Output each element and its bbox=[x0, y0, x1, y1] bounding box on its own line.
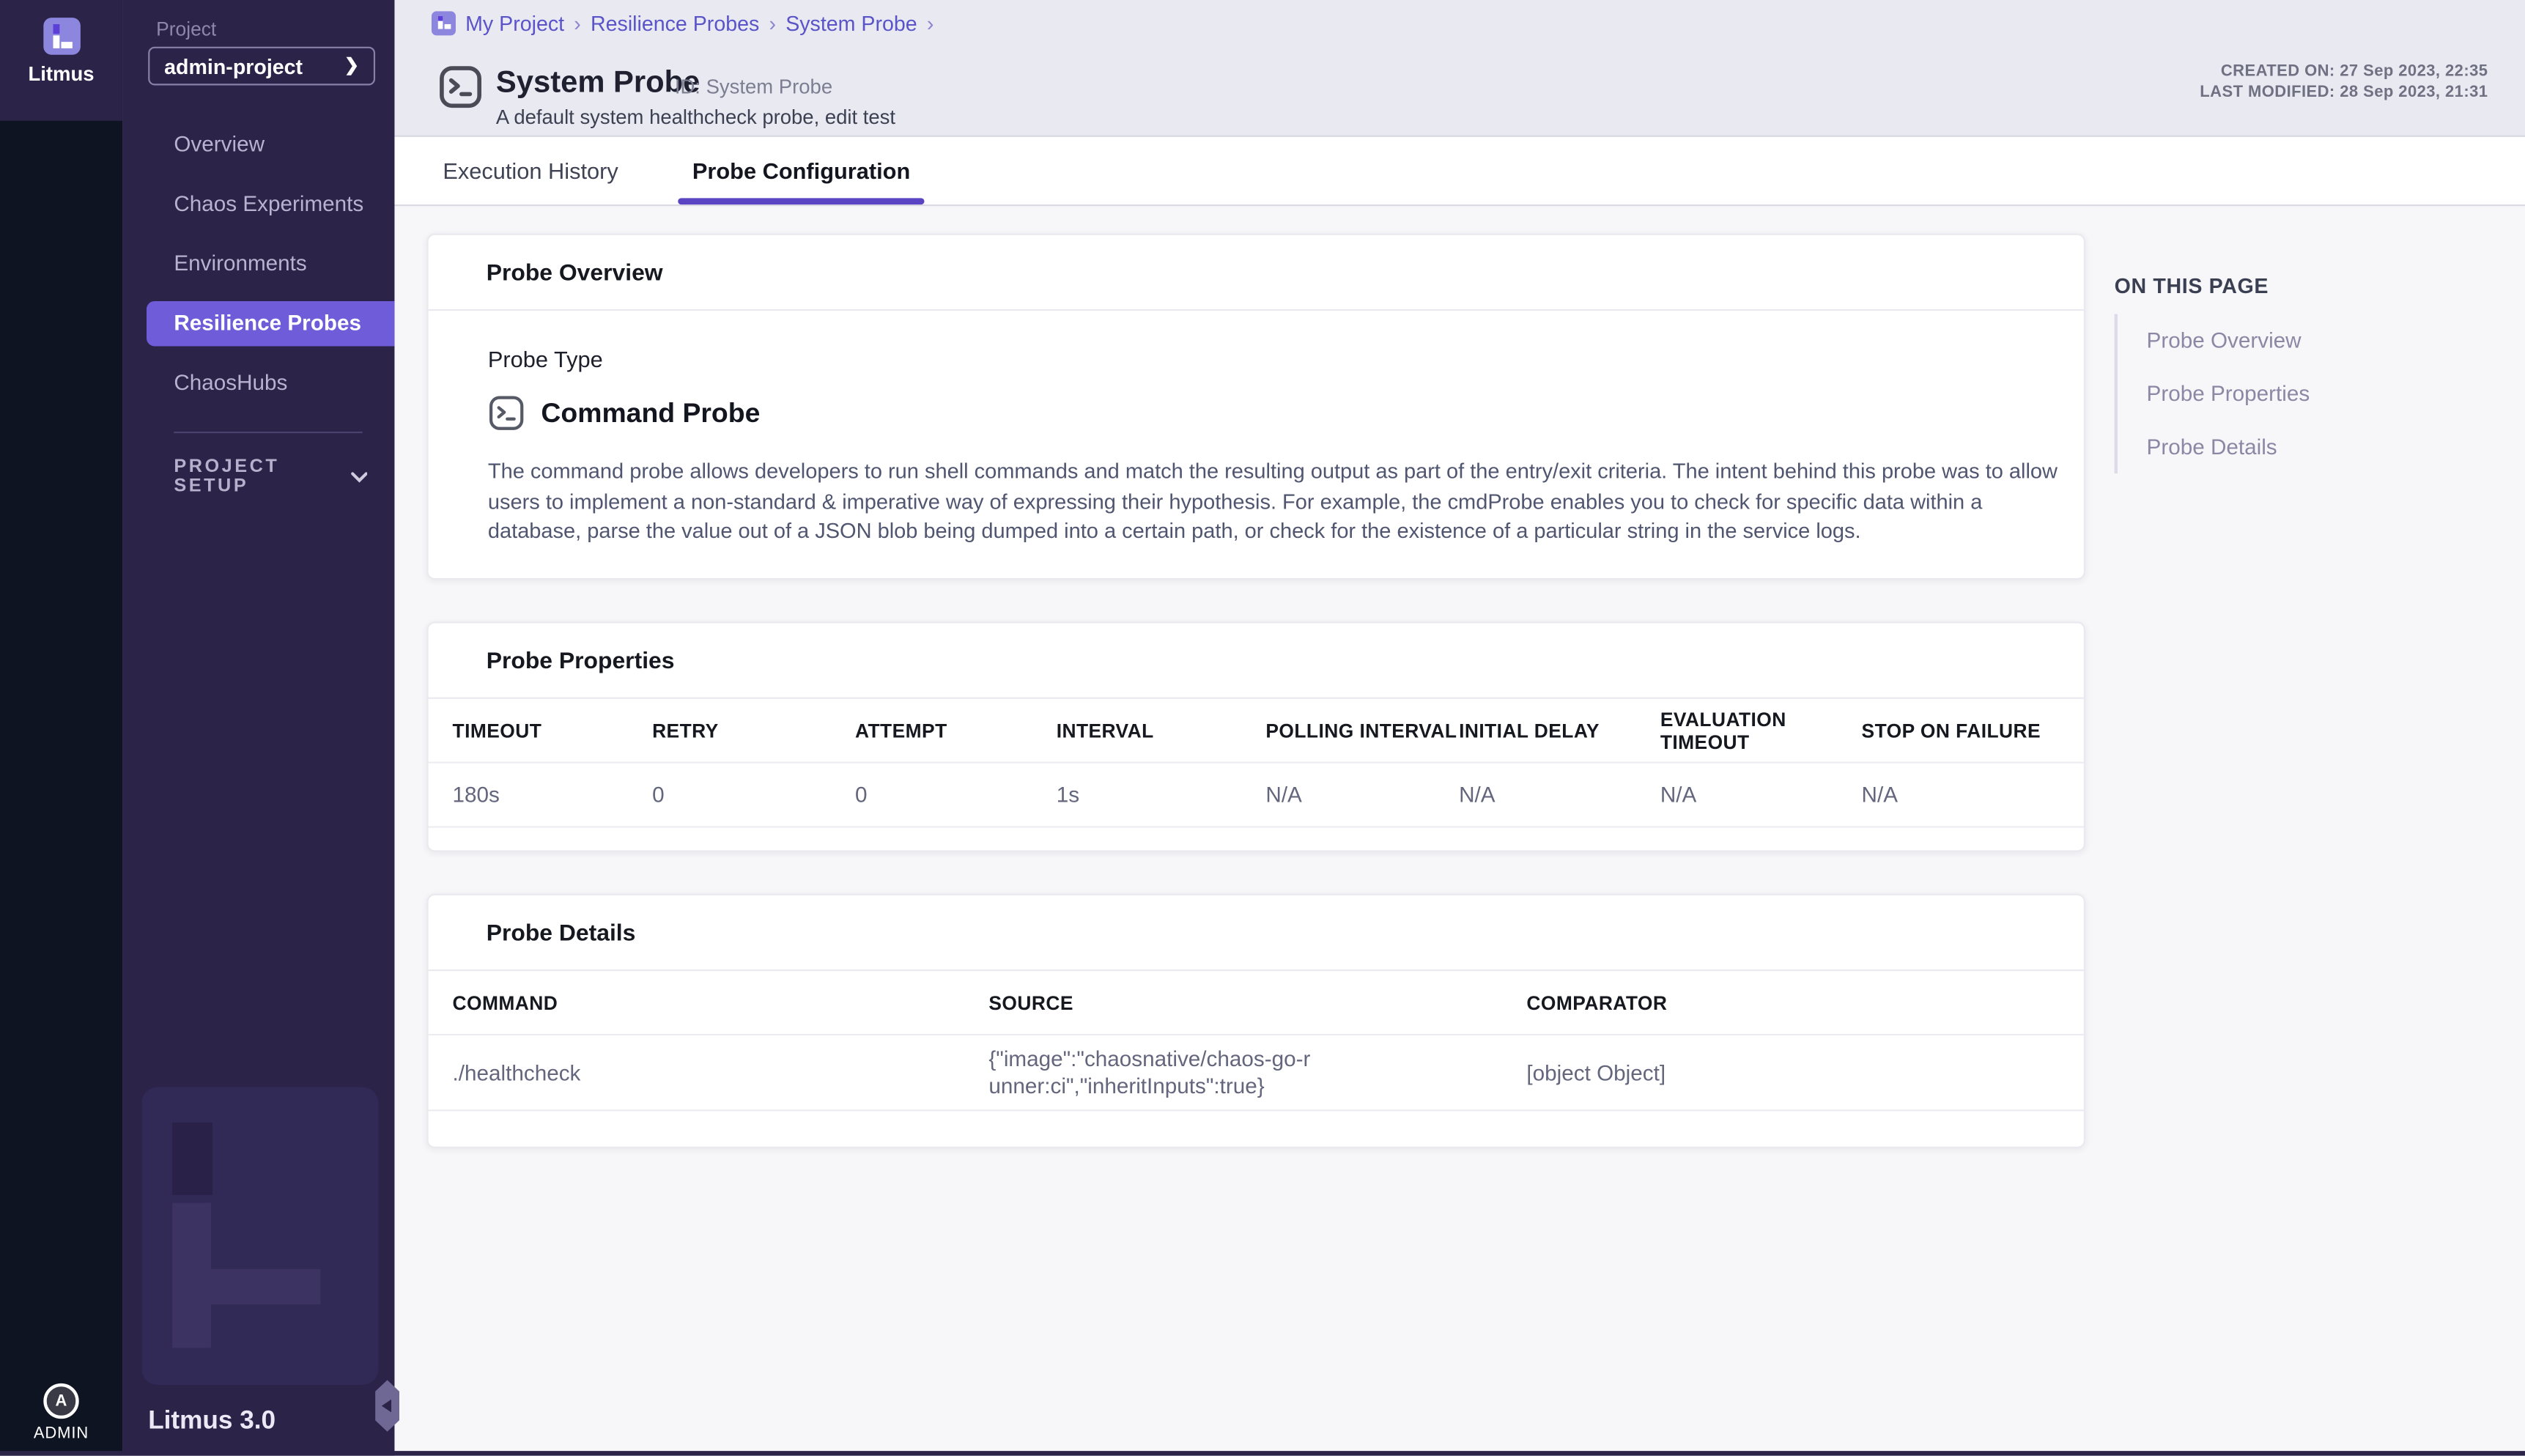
litmus-watermark bbox=[141, 1087, 378, 1385]
col-evaluation-timeout: EVALUATION TIMEOUT bbox=[1660, 708, 1862, 753]
user-block: A ADMIN bbox=[0, 1383, 122, 1443]
probe-overview-title: Probe Overview bbox=[429, 235, 2084, 311]
col-initial-delay: INITIAL DELAY bbox=[1459, 720, 1660, 742]
col-source: SOURCE bbox=[988, 991, 1526, 1014]
triangle-left-icon bbox=[381, 1400, 391, 1413]
sidebar-item-chaos-experiments[interactable]: Chaos Experiments bbox=[122, 174, 394, 233]
probe-details-card: Probe Details COMMAND SOURCE COMPARATOR … bbox=[426, 894, 2085, 1148]
sidebar-item-environments[interactable]: Environments bbox=[122, 234, 394, 293]
details-header-row: COMMAND SOURCE COMPARATOR bbox=[429, 972, 2084, 1036]
probe-overview-card: Probe Overview Probe Type Command Probe … bbox=[426, 234, 2085, 580]
breadcrumb-my-project[interactable]: My Project bbox=[465, 11, 564, 35]
terminal-command-icon bbox=[488, 394, 525, 432]
version-label: Litmus 3.0 bbox=[148, 1408, 276, 1437]
project-setup-toggle[interactable]: PROJECT SETUP bbox=[174, 457, 367, 496]
toc-link-probe-details[interactable]: Probe Details bbox=[2118, 421, 2485, 474]
sidebar: Project admin-project ❯ Overview Chaos E… bbox=[122, 0, 394, 1456]
chevron-separator-icon: › bbox=[769, 11, 776, 35]
col-comparator: COMPARATOR bbox=[1526, 991, 2059, 1014]
value-interval: 1s bbox=[1057, 783, 1266, 808]
content-body: Probe Overview Probe Type Command Probe … bbox=[394, 206, 2525, 1455]
project-select-value: admin-project bbox=[164, 54, 303, 78]
rail-brand-block: Litmus bbox=[0, 0, 122, 121]
properties-value-row: 180s 0 0 1s N/A N/A N/A N/A bbox=[429, 764, 2084, 828]
toc-link-probe-overview[interactable]: Probe Overview bbox=[2118, 314, 2485, 368]
project-label: Project bbox=[156, 18, 216, 40]
col-interval: INTERVAL bbox=[1057, 720, 1266, 742]
created-on: CREATED ON: 27 Sep 2023, 22:35 bbox=[2200, 63, 2488, 83]
value-comparator: [object Object] bbox=[1526, 1061, 2059, 1085]
value-initial-delay: N/A bbox=[1459, 783, 1660, 808]
col-timeout: TIMEOUT bbox=[453, 720, 653, 742]
sidebar-item-overview[interactable]: Overview bbox=[122, 114, 394, 174]
col-attempt: ATTEMPT bbox=[855, 720, 1057, 742]
tab-bar: Execution History Probe Configuration bbox=[394, 137, 2525, 207]
project-setup-label: PROJECT SETUP bbox=[174, 457, 350, 496]
timestamps: CREATED ON: 27 Sep 2023, 22:35 LAST MODI… bbox=[2200, 63, 2488, 103]
litmus-app: Litmus A ADMIN Project admin-project ❯ O… bbox=[0, 0, 2525, 1456]
chevron-down-icon bbox=[350, 471, 367, 482]
tab-probe-configuration[interactable]: Probe Configuration bbox=[692, 137, 910, 204]
col-command: COMMAND bbox=[453, 991, 989, 1014]
breadcrumb-system-probe[interactable]: System Probe bbox=[785, 11, 917, 35]
probe-properties-card: Probe Properties TIMEOUT RETRY ATTEMPT I… bbox=[426, 622, 2085, 852]
probe-properties-title: Probe Properties bbox=[429, 624, 2084, 699]
page-subtitle: A default system healthcheck probe, edit… bbox=[496, 106, 895, 129]
main-area: My Project › Resilience Probes › System … bbox=[394, 0, 2525, 1456]
probe-type-label: Probe Type bbox=[488, 347, 2068, 372]
litmus-logo-icon[interactable] bbox=[42, 18, 80, 55]
probe-type-name: Command Probe bbox=[541, 397, 760, 429]
details-value-row: ./healthcheck {"image":"chaosnative/chao… bbox=[429, 1036, 2084, 1112]
sidebar-nav: Overview Chaos Experiments Environments … bbox=[122, 114, 394, 413]
value-timeout: 180s bbox=[453, 783, 653, 808]
user-role-label: ADMIN bbox=[0, 1425, 122, 1443]
value-stop-on-failure: N/A bbox=[1862, 783, 2060, 808]
cards-column: Probe Overview Probe Type Command Probe … bbox=[426, 234, 2085, 1191]
breadcrumb: My Project › Resilience Probes › System … bbox=[432, 11, 934, 35]
terminal-probe-icon bbox=[438, 64, 484, 110]
value-evaluation-timeout: N/A bbox=[1660, 783, 1862, 808]
litmus-mini-logo-icon bbox=[432, 11, 456, 35]
value-source: {"image":"chaosnative/chaos-go-runner:ci… bbox=[988, 1045, 1319, 1101]
chevron-separator-icon: › bbox=[574, 11, 581, 35]
sidebar-item-resilience-probes[interactable]: Resilience Probes bbox=[147, 300, 394, 346]
value-command: ./healthcheck bbox=[453, 1061, 989, 1085]
sidebar-divider bbox=[174, 432, 362, 433]
value-attempt: 0 bbox=[855, 783, 1057, 808]
on-this-page-list: Probe Overview Probe Properties Probe De… bbox=[2115, 314, 2485, 474]
probe-details-title: Probe Details bbox=[429, 895, 2084, 971]
col-stop-on-failure: STOP ON FAILURE bbox=[1862, 720, 2060, 742]
page-header: My Project › Resilience Probes › System … bbox=[394, 0, 2525, 137]
value-polling-interval: N/A bbox=[1265, 783, 1459, 808]
toc-link-probe-properties[interactable]: Probe Properties bbox=[2118, 367, 2485, 421]
breadcrumb-resilience-probes[interactable]: Resilience Probes bbox=[591, 11, 759, 35]
tab-execution-history[interactable]: Execution History bbox=[443, 137, 618, 204]
col-polling-interval: POLLING INTERVAL bbox=[1265, 720, 1459, 742]
probe-description: The command probe allows developers to r… bbox=[488, 457, 2068, 548]
project-select[interactable]: admin-project ❯ bbox=[148, 47, 375, 86]
last-modified: LAST MODIFIED: 28 Sep 2023, 21:31 bbox=[2200, 83, 2488, 103]
on-this-page: ON THIS PAGE Probe Overview Probe Proper… bbox=[2115, 274, 2485, 474]
col-retry: RETRY bbox=[652, 720, 855, 742]
page-title: System Probe bbox=[496, 66, 700, 101]
on-this-page-title: ON THIS PAGE bbox=[2115, 274, 2485, 298]
properties-header-row: TIMEOUT RETRY ATTEMPT INTERVAL POLLING I… bbox=[429, 699, 2084, 764]
sidebar-item-chaoshubs[interactable]: ChaosHubs bbox=[122, 352, 394, 412]
value-retry: 0 bbox=[652, 783, 855, 808]
brand-label: Litmus bbox=[28, 63, 94, 86]
icon-rail: Litmus A ADMIN bbox=[0, 0, 122, 1456]
avatar[interactable]: A bbox=[43, 1383, 78, 1419]
chevron-separator-icon: › bbox=[927, 11, 934, 35]
chevron-right-icon: ❯ bbox=[344, 57, 359, 75]
probe-id-label: ID: System Probe bbox=[675, 75, 832, 98]
